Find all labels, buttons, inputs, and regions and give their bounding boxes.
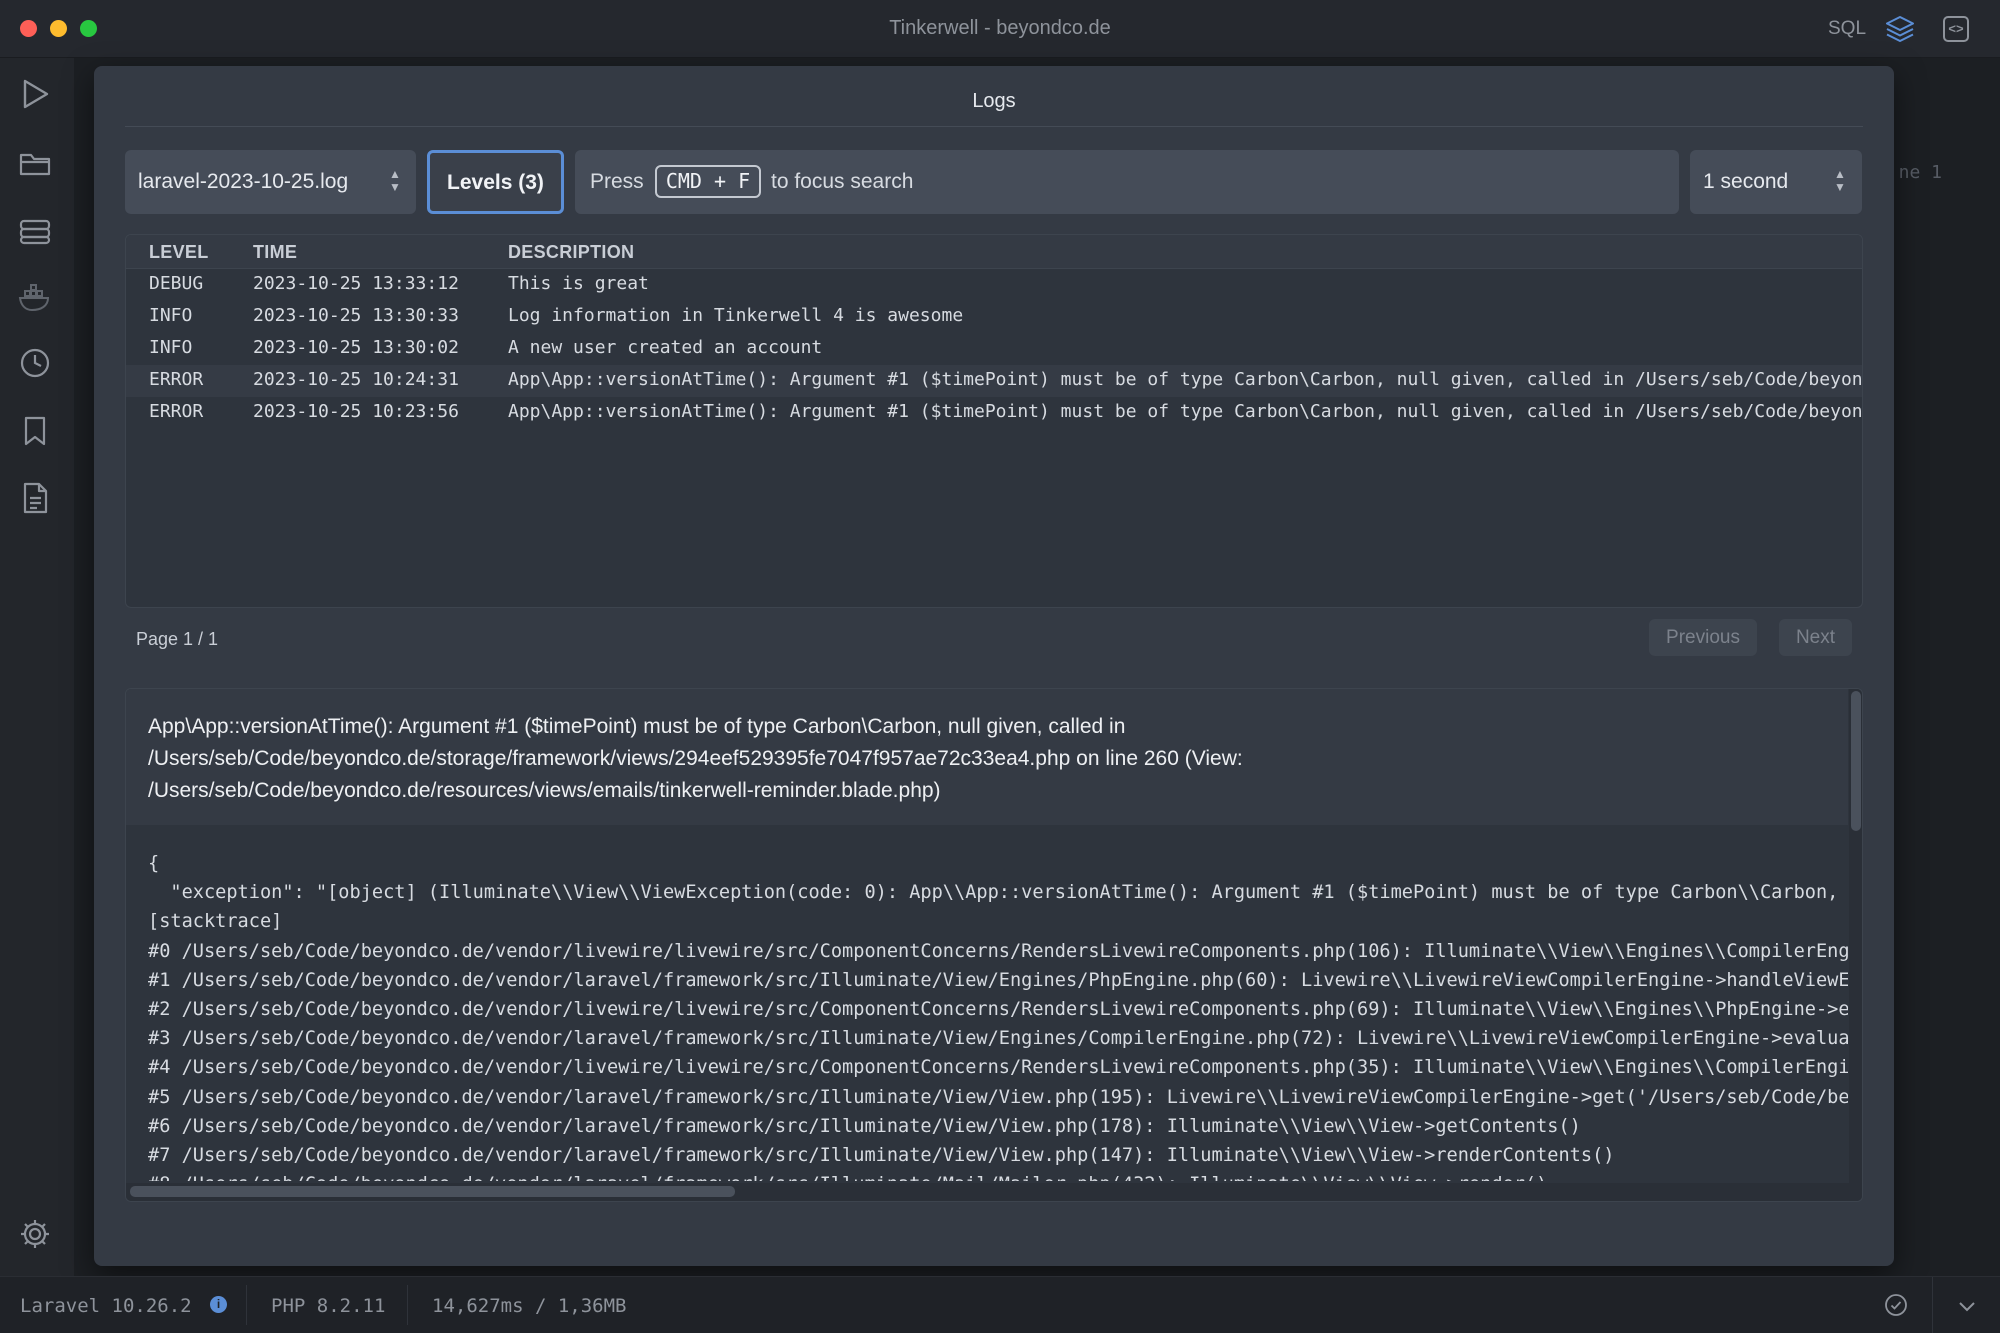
table-header: LEVEL TIME DESCRIPTION (126, 235, 1862, 269)
bookmark-icon[interactable] (17, 413, 57, 453)
table-row[interactable]: ERROR 2023-10-25 10:24:31 App\App::versi… (126, 365, 1863, 397)
row-level: INFO (149, 305, 193, 326)
window-title: Tinkerwell - beyondco.de (889, 17, 1111, 39)
next-button[interactable]: Next (1779, 619, 1852, 656)
message-line: /Users/seb/Code/beyondco.de/storage/fram… (148, 747, 1243, 770)
play-icon[interactable] (17, 76, 57, 116)
levels-button[interactable]: Levels (3) (427, 150, 564, 214)
row-description: App\App::versionAtTime(): Argument #1 ($… (508, 369, 1863, 390)
context-line: #7 /Users/seb/Code/beyondco.de/vendor/la… (148, 1145, 1615, 1167)
history-icon[interactable] (17, 345, 57, 385)
row-description: Log information in Tinkerwell 4 is aweso… (508, 305, 964, 326)
editor-line-number: ne 1 (1898, 162, 1942, 183)
context-line: #0 /Users/seb/Code/beyondco.de/vendor/li… (148, 940, 1848, 962)
context-line: { (148, 853, 160, 874)
log-file-select[interactable]: laravel-2023-10-25.log ▲ ▼ (125, 150, 416, 214)
row-description: App\App::versionAtTime(): Argument #1 ($… (508, 401, 1863, 422)
table-row[interactable]: DEBUG 2023-10-25 13:33:12 This is great (126, 269, 1862, 301)
sidebar (0, 58, 74, 1276)
log-file-select-label: laravel-2023-10-25.log (138, 170, 349, 193)
row-level: DEBUG (149, 273, 204, 294)
context-line: #3 /Users/seb/Code/beyondco.de/vendor/la… (148, 1028, 1848, 1050)
context-line: [stacktrace] (148, 911, 283, 933)
gear-icon[interactable] (17, 1216, 57, 1256)
context-line: #1 /Users/seb/Code/beyondco.de/vendor/la… (148, 969, 1848, 991)
search-input[interactable]: Press CMD + F to focus search (575, 150, 1679, 214)
document-icon[interactable] (17, 480, 57, 520)
modal-title: Logs (972, 90, 1016, 112)
context-line: #6 /Users/seb/Code/beyondco.de/vendor/la… (148, 1115, 1581, 1137)
info-icon[interactable]: i (210, 1296, 227, 1313)
refresh-interval-select[interactable]: 1 second ▲ ▼ (1690, 150, 1862, 214)
refresh-interval-label: 1 second (1703, 170, 1789, 193)
sql-button[interactable]: SQL (1828, 18, 1866, 40)
search-hint-suffix: to focus search (771, 170, 914, 193)
column-header-level[interactable]: LEVEL (149, 242, 209, 263)
execution-stats: 14,627ms / 1,36MB (432, 1295, 627, 1317)
status-bar: Laravel 10.26.2 i PHP 8.2.11 14,627ms / … (0, 1276, 2000, 1333)
code-icon[interactable]: <> (1943, 16, 1969, 42)
context-line: #4 /Users/seb/Code/beyondco.de/vendor/li… (148, 1057, 1848, 1079)
log-detail-context: { "exception": "[object] (Illuminate\\Vi… (148, 849, 1848, 1181)
php-version[interactable]: PHP 8.2.11 (271, 1295, 385, 1317)
title-bar: Tinkerwell - beyondco.de SQL <> (0, 0, 2000, 58)
divider (1932, 1277, 1933, 1333)
horizontal-scrollbar-thumb[interactable] (130, 1186, 735, 1197)
context-line: #8 /Users/seb/Code/beyondco.de/vendor/la… (148, 1170, 1848, 1181)
docker-icon[interactable] (17, 279, 57, 319)
page-indicator: Page 1 / 1 (136, 629, 219, 649)
check-circle-icon[interactable] (1884, 1293, 1908, 1317)
column-header-description[interactable]: DESCRIPTION (508, 242, 634, 263)
context-line: "exception": "[object] (Illuminate\\View… (148, 882, 1848, 904)
table-row[interactable]: ERROR 2023-10-25 10:23:56 App\App::versi… (126, 397, 1863, 429)
column-header-time[interactable]: TIME (253, 242, 297, 263)
row-description: A new user created an account (508, 337, 823, 358)
table-row[interactable]: INFO 2023-10-25 13:30:02 A new user crea… (126, 333, 1862, 365)
table-row[interactable]: INFO 2023-10-25 13:30:33 Log information… (126, 301, 1862, 333)
context-line: #2 /Users/seb/Code/beyondco.de/vendor/li… (148, 999, 1848, 1021)
chevron-down-icon[interactable] (1956, 1295, 1978, 1317)
row-time: 2023-10-25 13:33:12 (253, 273, 459, 294)
divider (125, 126, 1863, 127)
row-time: 2023-10-25 10:23:56 (253, 401, 459, 422)
message-line: /Users/seb/Code/beyondco.de/resources/vi… (148, 779, 941, 802)
row-time: 2023-10-25 13:30:02 (253, 337, 459, 358)
message-line: App\App::versionAtTime(): Argument #1 ($… (148, 715, 1126, 738)
chevron-updown-icon: ▲ ▼ (1834, 167, 1846, 194)
row-level: ERROR (149, 401, 204, 422)
levels-button-label: Levels (3) (447, 171, 544, 194)
chevron-updown-icon: ▲ ▼ (389, 167, 401, 194)
folder-icon[interactable] (17, 146, 57, 186)
context-line: #5 /Users/seb/Code/beyondco.de/vendor/la… (148, 1086, 1848, 1108)
database-icon[interactable] (17, 213, 57, 253)
row-time: 2023-10-25 13:30:33 (253, 305, 459, 326)
row-time: 2023-10-25 10:24:31 (253, 369, 459, 390)
laravel-version[interactable]: Laravel 10.26.2 (20, 1295, 192, 1317)
divider (407, 1285, 408, 1325)
log-table: LEVEL TIME DESCRIPTION DEBUG 2023-10-25 … (125, 234, 1863, 608)
search-hint-prefix: Press (590, 170, 644, 193)
layers-icon[interactable] (1884, 14, 1916, 44)
row-level: ERROR (149, 369, 204, 390)
row-description: This is great (508, 273, 649, 294)
log-detail-panel: App\App::versionAtTime(): Argument #1 ($… (125, 688, 1863, 1202)
log-detail-message: App\App::versionAtTime(): Argument #1 ($… (126, 689, 1848, 825)
divider (246, 1285, 247, 1325)
logs-modal: Logs laravel-2023-10-25.log ▲ ▼ Levels (3… (94, 66, 1894, 1266)
previous-button[interactable]: Previous (1649, 619, 1757, 656)
row-level: INFO (149, 337, 193, 358)
vertical-scrollbar-thumb[interactable] (1851, 691, 1861, 831)
keyboard-shortcut: CMD + F (655, 165, 761, 198)
